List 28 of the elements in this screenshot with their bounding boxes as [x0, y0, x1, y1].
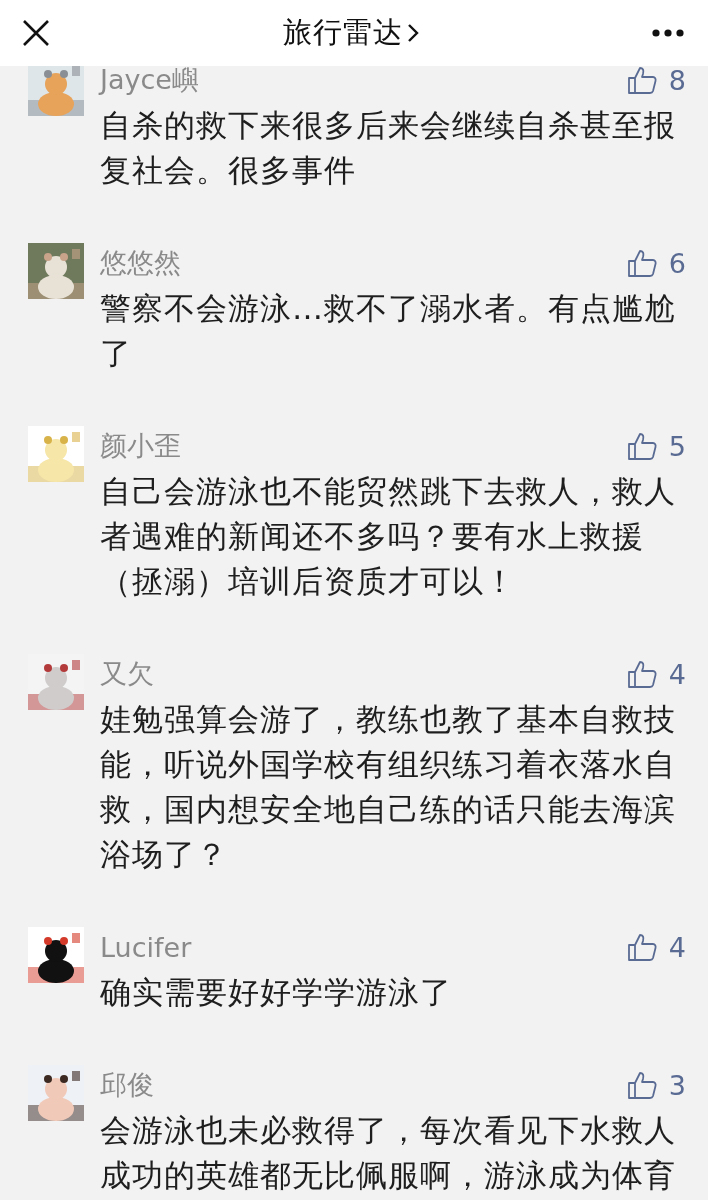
- user-name[interactable]: 邱俊: [100, 1067, 154, 1103]
- thumbs-up-icon[interactable]: [626, 659, 657, 689]
- page-title: 旅行雷达: [283, 14, 403, 51]
- more-icon[interactable]: [652, 29, 684, 37]
- user-name[interactable]: 又欠: [100, 656, 154, 692]
- comment-text: 娃勉强算会游了，教练也教了基本自救技能，听说外国学校有组织练习着衣落水自救，国内想安全地自己练的话只能去海滨浴场了？: [100, 700, 677, 874]
- like-count: 6: [668, 247, 686, 279]
- comment-text: 确实需要好好学学游泳了: [100, 973, 453, 1012]
- like-count: 4: [668, 931, 686, 963]
- comment-text: 自己会游泳也不能贸然跳下去救人，救人者遇难的新闻还不多吗？要有水上救援（拯溺）培训后资质才可以！: [100, 472, 677, 601]
- thumbs-up-icon[interactable]: [626, 431, 657, 461]
- user-name[interactable]: Jayce嶼: [100, 62, 199, 98]
- close-icon[interactable]: [22, 19, 50, 47]
- comment-text: 会游泳也未必救得了，每次看见下水救人成功的英雄都无比佩服啊，游泳成为体育: [100, 1111, 677, 1195]
- like-count: 3: [668, 1069, 686, 1101]
- like-count: 4: [668, 658, 686, 690]
- thumbs-up-icon[interactable]: [626, 65, 657, 95]
- user-name[interactable]: 悠悠然: [100, 245, 181, 281]
- comment-text: 自杀的救下来很多后来会继续自杀甚至报复社会。很多事件: [100, 106, 677, 190]
- thumbs-up-icon[interactable]: [626, 248, 657, 278]
- user-name[interactable]: 颜小歪: [100, 428, 181, 464]
- comment-text: 警察不会游泳…救不了溺水者。有点尴尬了: [100, 289, 677, 373]
- like-count: 8: [668, 64, 686, 96]
- thumbs-up-icon[interactable]: [626, 932, 657, 962]
- thumbs-up-icon[interactable]: [626, 1070, 657, 1100]
- like-count: 5: [668, 430, 686, 462]
- user-name[interactable]: Lucifer: [100, 931, 192, 963]
- chevron-icon[interactable]: [407, 22, 419, 44]
